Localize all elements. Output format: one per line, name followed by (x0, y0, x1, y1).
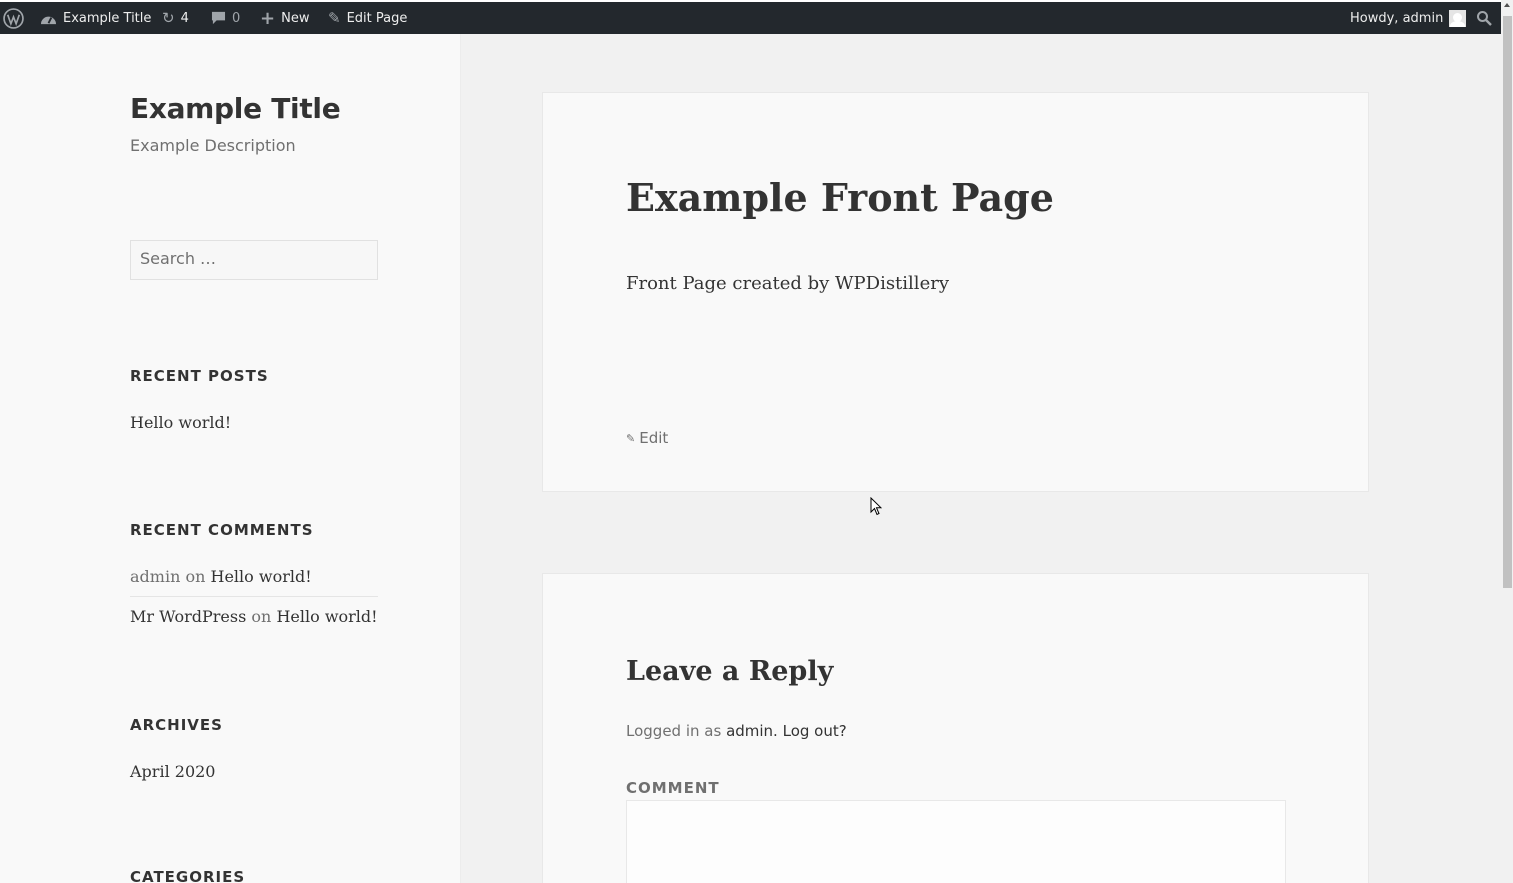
comments-menu[interactable]: 0 (211, 2, 240, 34)
site-name-menu[interactable]: Example Title (40, 2, 151, 34)
comment-on: on (185, 567, 206, 586)
recent-comment-item: Mr WordPress on Hello world! (130, 607, 378, 626)
new-content-menu[interactable]: + New (260, 2, 309, 34)
updates-icon: ↻ (162, 9, 175, 27)
categories-title: CATEGORIES (130, 868, 246, 883)
scrollbar[interactable] (1501, 0, 1513, 883)
comment-label: COMMENT (626, 779, 720, 797)
edit-page-link[interactable]: ✎ Edit Page (328, 2, 407, 34)
plus-icon: + (260, 7, 276, 29)
new-label: New (281, 10, 310, 26)
logged-in-as: Logged in as admin. Log out? (626, 722, 847, 740)
logged-in-prefix: Logged in as (626, 722, 722, 740)
recent-comments-title: RECENT COMMENTS (130, 521, 314, 539)
profile-link[interactable]: admin. (726, 722, 778, 740)
my-account-menu[interactable]: Howdy, admin (1350, 2, 1467, 34)
search-input[interactable]: Search … (130, 240, 378, 280)
comment-author: admin (130, 567, 181, 586)
comment-textarea[interactable] (626, 800, 1286, 883)
edit-label: Edit (639, 429, 669, 447)
page-article: Example Front Page Front Page created by… (542, 92, 1369, 492)
search-icon[interactable] (1476, 2, 1492, 34)
avatar (1449, 9, 1467, 27)
page-title: Example Front Page (626, 175, 1054, 220)
pencil-icon: ✎ (626, 431, 636, 445)
page-content: Front Page created by WPDistillery (626, 273, 949, 294)
howdy-label: Howdy, admin (1350, 10, 1444, 26)
edit-page-label: Edit Page (346, 10, 408, 26)
comment-bubble-icon (211, 11, 226, 25)
divider (130, 596, 378, 597)
archives-title: ARCHIVES (130, 716, 223, 734)
logout-link[interactable]: Log out? (783, 722, 847, 740)
scrollbar-thumb[interactable] (1503, 16, 1512, 588)
recent-posts-title: RECENT POSTS (130, 367, 269, 385)
scroll-up-arrow-icon[interactable] (1504, 3, 1510, 7)
admin-bar: Example Title ↻ 4 0 + New ✎ Edit Page Ho… (0, 0, 1501, 34)
updates-menu[interactable]: ↻ 4 (162, 2, 189, 34)
site-description: Example Description (130, 136, 296, 155)
dashboard-icon (40, 11, 57, 26)
pencil-icon: ✎ (328, 9, 341, 27)
sidebar: Example Title Example Description Search… (0, 34, 461, 883)
site-title[interactable]: Example Title (130, 92, 341, 125)
mouse-cursor-icon (870, 497, 882, 516)
recent-post-link[interactable]: Hello world! (130, 413, 231, 432)
recent-comment-item: admin on Hello world! (130, 567, 378, 586)
comment-on: on (251, 607, 272, 626)
wordpress-logo-svg (3, 7, 24, 29)
comments-section: Leave a Reply Logged in as admin. Log ou… (542, 573, 1369, 883)
edit-link[interactable]: ✎ Edit (626, 429, 668, 447)
comment-post-link[interactable]: Hello world! (211, 567, 312, 586)
updates-count: 4 (180, 10, 189, 26)
site-name-label: Example Title (63, 10, 152, 26)
reply-title: Leave a Reply (626, 656, 834, 687)
comments-count: 0 (232, 10, 241, 26)
wordpress-logo-icon[interactable] (3, 2, 25, 34)
comment-post-link[interactable]: Hello world! (276, 607, 377, 626)
archive-link[interactable]: April 2020 (130, 762, 215, 781)
comment-author-link[interactable]: Mr WordPress (130, 607, 246, 626)
